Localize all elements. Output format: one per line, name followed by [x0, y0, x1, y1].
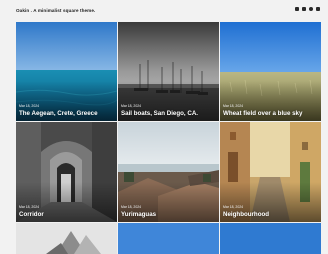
post-card[interactable]: Mar 18, 2024 Neighbourhood: [220, 122, 321, 222]
facebook-icon[interactable]: [295, 7, 299, 11]
instagram-icon[interactable]: [309, 7, 313, 11]
post-card[interactable]: [220, 223, 321, 254]
post-card[interactable]: Mar 18, 2024 Sail boats, San Diego, CA.: [118, 22, 219, 121]
post-date: Mar 18, 2024: [223, 205, 243, 209]
post-card[interactable]: [16, 223, 117, 254]
post-title[interactable]: The Aegean, Crete, Greece: [19, 110, 98, 117]
post-card[interactable]: [118, 223, 219, 254]
post-date: Mar 18, 2024: [19, 104, 39, 108]
post-title[interactable]: Corridor: [19, 211, 44, 218]
post-date: Mar 18, 2024: [223, 104, 243, 108]
site-title[interactable]: Oakin . A minimalist square theme.: [16, 8, 95, 13]
site-header: Oakin . A minimalist square theme.: [0, 0, 328, 22]
post-title[interactable]: Wheat field over a blue sky: [223, 110, 302, 117]
post-card[interactable]: Mar 18, 2024 Wheat field over a blue sky: [220, 22, 321, 121]
post-date: Mar 18, 2024: [19, 205, 39, 209]
social-links: [295, 7, 320, 11]
post-title[interactable]: Sail boats, San Diego, CA.: [121, 110, 198, 117]
post-title[interactable]: Neighbourhood: [223, 211, 269, 218]
post-card[interactable]: Mar 18, 2024 Yurimaguas: [118, 122, 219, 222]
rss-icon[interactable]: [316, 7, 320, 11]
post-card[interactable]: Mar 18, 2024 The Aegean, Crete, Greece: [16, 22, 117, 121]
post-date: Mar 18, 2024: [121, 205, 141, 209]
post-card[interactable]: Mar 18, 2024 Corridor: [16, 122, 117, 222]
pinterest-icon[interactable]: [302, 7, 306, 11]
post-thumbnail: [118, 223, 219, 254]
post-date: Mar 18, 2024: [121, 104, 141, 108]
post-title[interactable]: Yurimaguas: [121, 211, 156, 218]
post-thumbnail: [220, 223, 321, 254]
post-thumbnail: [16, 223, 117, 254]
post-grid: Mar 18, 2024 The Aegean, Crete, Greece M…: [16, 22, 321, 254]
